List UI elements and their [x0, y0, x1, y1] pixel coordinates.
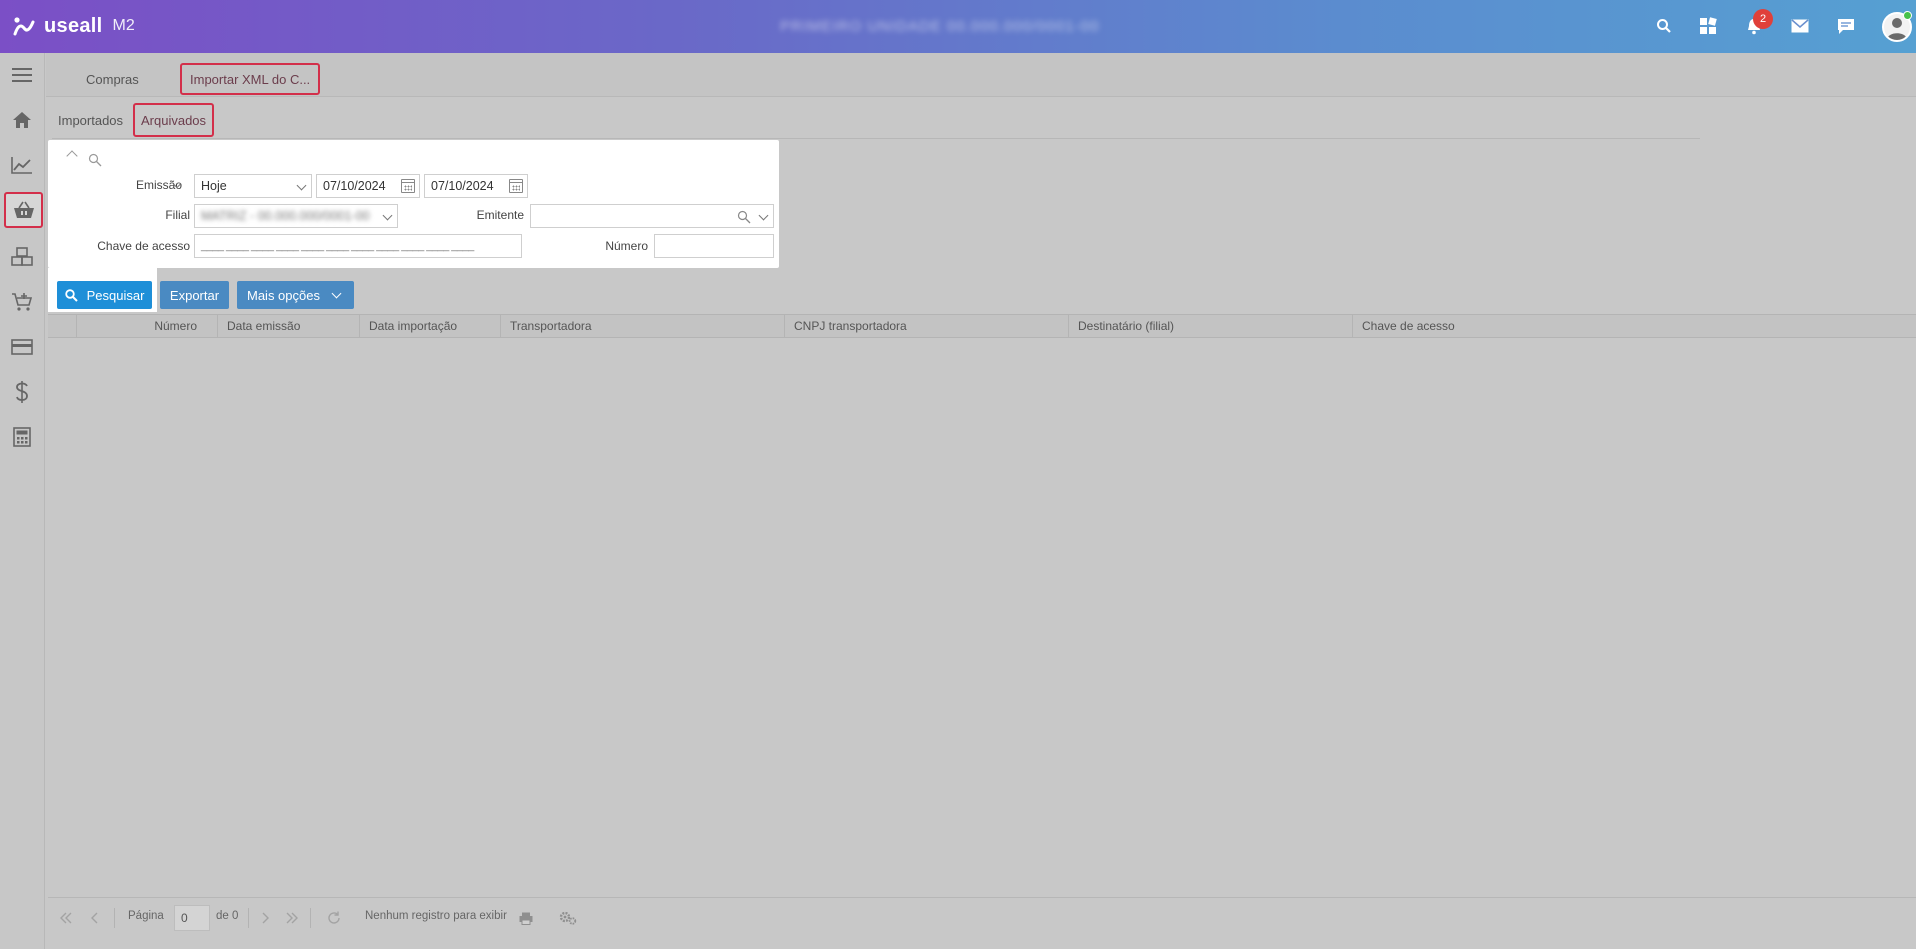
export-button-label: Exportar — [169, 287, 220, 303]
card-icon[interactable] — [6, 331, 38, 363]
menu-icon[interactable] — [6, 59, 38, 91]
date-to-value: 07/10/2024 — [431, 179, 494, 193]
column-transportadora[interactable]: Transportadora — [501, 315, 785, 337]
emitente-combobox[interactable] — [530, 204, 774, 228]
more-options-button[interactable]: Mais opções — [237, 281, 354, 309]
filial-value: MATRIZ - 00.000.000/0001-00 — [201, 209, 370, 223]
sub-tabs: Importados Arquivados — [52, 103, 1700, 139]
mail-icon[interactable] — [1788, 14, 1812, 38]
chevron-down-icon — [296, 180, 307, 191]
date-from-value: 07/10/2024 — [323, 179, 386, 193]
refresh-icon[interactable] — [324, 908, 344, 928]
filial-label: Filial — [165, 208, 190, 222]
page-label: Página — [128, 910, 164, 922]
chave-acesso-mask: ____ ____ ____ ____ ____ ____ ____ ____ … — [201, 240, 474, 252]
boxes-icon[interactable] — [6, 241, 38, 273]
filter-panel: Emissão Hoje 07/10/2024 07/10/2024 Filia… — [48, 140, 779, 268]
export-button[interactable]: Exportar — [160, 281, 229, 309]
results-grid-header: Número Data emissão Data importação Tran… — [48, 314, 1916, 338]
chart-icon[interactable] — [6, 149, 38, 181]
column-data-importacao[interactable]: Data importação — [360, 315, 501, 337]
cart-add-icon[interactable] — [6, 286, 38, 318]
print-icon[interactable] — [516, 908, 536, 928]
app-logo[interactable]: useall M2 — [12, 12, 135, 40]
chave-acesso-input[interactable]: ____ ____ ____ ____ ____ ____ ____ ____ … — [194, 234, 522, 258]
notification-badge: 2 — [1753, 9, 1773, 29]
grid-select-column[interactable] — [48, 315, 77, 337]
calendar-icon[interactable] — [509, 179, 523, 193]
column-destinatario-filial[interactable]: Destinatário (filial) — [1069, 315, 1353, 337]
column-chave-acesso[interactable]: Chave de acesso — [1353, 315, 1916, 337]
module-tabs: Compras Importar XML do C... — [46, 53, 1916, 97]
product-name: M2 — [112, 17, 135, 34]
search-icon[interactable] — [1652, 14, 1676, 38]
period-value: Hoje — [201, 179, 227, 193]
calendar-icon[interactable] — [401, 179, 415, 193]
tab-compras[interactable]: Compras — [78, 63, 147, 95]
pager-separator — [114, 908, 115, 928]
company-context: PRIMEIRO UNIDADE 00.000.000/0001-00 — [780, 18, 1100, 35]
collapse-icon[interactable] — [66, 150, 78, 162]
tab-importar-xml[interactable]: Importar XML do C... — [180, 63, 321, 95]
page-number-value: 0 — [181, 911, 188, 925]
sidebar — [0, 53, 45, 949]
tab-label: Importar XML do C... — [190, 71, 311, 87]
useall-logo-icon — [13, 17, 35, 36]
numero-input[interactable] — [654, 234, 774, 258]
date-to-input[interactable]: 07/10/2024 — [424, 174, 528, 198]
pager-status: Nenhum registro para exibir — [365, 910, 507, 922]
calculator-icon[interactable] — [6, 421, 38, 453]
column-numero[interactable]: Número — [77, 315, 218, 337]
search-icon[interactable] — [737, 210, 751, 224]
chevron-down-icon — [331, 288, 342, 299]
tab-label: Compras — [86, 71, 139, 87]
date-from-input[interactable]: 07/10/2024 — [316, 174, 420, 198]
page-number-input[interactable]: 0 — [174, 905, 210, 931]
search-button[interactable]: Pesquisar — [57, 281, 152, 309]
search-icon — [88, 153, 102, 167]
top-bar: useall M2 PRIMEIRO UNIDADE 00.000.000/00… — [0, 0, 1916, 53]
subtab-label: Importados — [58, 112, 124, 128]
subtab-label: Arquivados — [141, 112, 207, 128]
chevron-down-icon[interactable] — [758, 210, 769, 221]
apps-grid-icon[interactable] — [1696, 14, 1720, 38]
dollar-icon[interactable] — [6, 376, 38, 408]
settings-gears-icon[interactable] — [558, 908, 578, 928]
brand-name: useall — [44, 14, 103, 37]
more-options-label: Mais opções — [247, 287, 320, 303]
numero-label: Número — [605, 239, 648, 253]
pager: Página 0 de 0 Nenhum registro para exibi… — [48, 897, 1916, 937]
subtab-importados[interactable]: Importados — [52, 103, 129, 137]
pager-separator — [310, 908, 311, 928]
search-icon — [64, 288, 78, 302]
subtab-arquivados[interactable]: Arquivados — [133, 103, 215, 137]
filial-select[interactable]: MATRIZ - 00.000.000/0001-00 — [194, 204, 398, 228]
last-page-icon[interactable] — [282, 908, 302, 928]
home-icon[interactable] — [6, 104, 38, 136]
search-button-label: Pesquisar — [86, 287, 145, 303]
previous-page-icon[interactable] — [84, 908, 104, 928]
chat-icon[interactable] — [1834, 14, 1858, 38]
chave-acesso-label: Chave de acesso — [97, 239, 190, 253]
first-page-icon[interactable] — [56, 908, 76, 928]
period-select[interactable]: Hoje — [194, 174, 312, 198]
column-cnpj-transportadora[interactable]: CNPJ transportadora — [785, 315, 1069, 337]
emissao-label[interactable]: Emissão — [108, 178, 182, 192]
column-data-emissao[interactable]: Data emissão — [218, 315, 360, 337]
emitente-label: Emitente — [476, 208, 524, 222]
basket-icon[interactable] — [4, 192, 43, 228]
pager-separator — [248, 908, 249, 928]
chevron-down-icon — [382, 210, 393, 221]
page-total-label: de 0 — [216, 910, 239, 922]
online-status-dot — [1903, 11, 1912, 20]
next-page-icon[interactable] — [256, 908, 276, 928]
